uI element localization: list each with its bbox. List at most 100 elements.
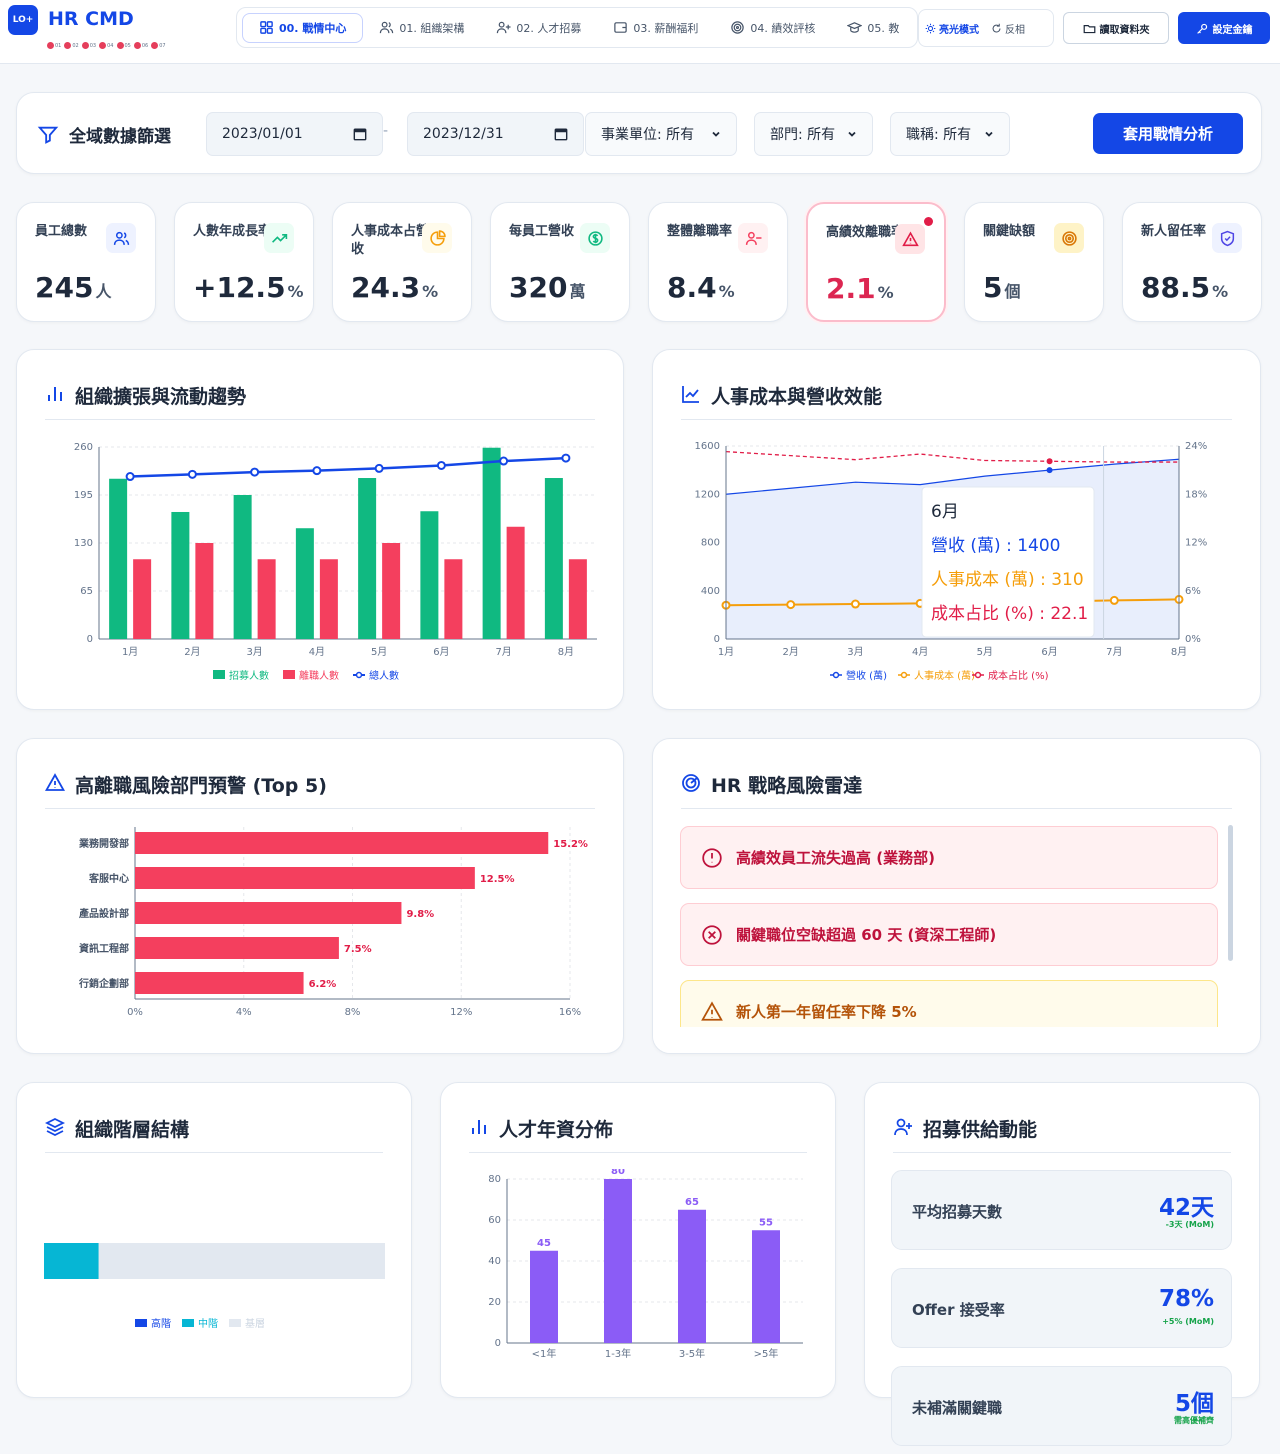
legend-label: 高階: [151, 1317, 171, 1330]
bar-department: [135, 972, 304, 994]
y2-tick-label: 0%: [1185, 634, 1201, 645]
x-tick-label: 16%: [559, 1007, 581, 1018]
card-title-label: HR 戰略風險雷達: [711, 775, 863, 797]
target-icon: [731, 21, 745, 34]
metric-offer-rate: Offer 接受率 78% +5% (MoM): [891, 1268, 1232, 1348]
org-level-card: 組織階層結構 高階 中階 基層: [16, 1082, 412, 1398]
grid-icon: [260, 21, 273, 34]
bar-recruit: [544, 478, 563, 639]
tab-dashboard[interactable]: 00. 戰情中心: [242, 12, 364, 43]
x-tick-label: 12%: [450, 1007, 472, 1018]
date-to-input[interactable]: 2023/12/31: [407, 112, 584, 156]
data-point: [250, 467, 260, 477]
refresh-icon: [992, 23, 1001, 32]
bar-recruit: [482, 447, 501, 639]
y-tick-label: 1600: [695, 441, 720, 452]
tab-compensation[interactable]: 03. 薪酬福利: [597, 13, 714, 43]
bar-tenure: [678, 1209, 706, 1343]
legend-label: 人事成本 (萬): [914, 669, 975, 682]
tooltip-row: 人事成本 (萬) : 310: [931, 570, 1084, 590]
users-icon: [106, 223, 136, 253]
y-tick-label: 產品設計部: [78, 907, 129, 920]
x-tick-label: 0%: [127, 1007, 143, 1018]
business-unit-select[interactable]: 事業單位: 所有: [585, 112, 737, 156]
data-label: 45: [537, 1238, 551, 1249]
calendar-icon: [353, 128, 367, 141]
status-dots: 01 02 03 04 05 06 07: [47, 42, 166, 49]
kpi-number: +12.5: [193, 271, 286, 304]
bar-attrition: [382, 543, 401, 639]
y2-tick-label: 18%: [1185, 489, 1207, 500]
apply-analysis-button[interactable]: 套用戰情分析: [1093, 113, 1243, 154]
bar-tenure: [530, 1250, 558, 1343]
y-tick-label: 0: [495, 1338, 501, 1349]
x-tick-label: 1月: [122, 646, 138, 658]
target-icon: [1054, 223, 1084, 253]
data-point: [499, 456, 509, 466]
kpi-unit: %: [1212, 282, 1229, 301]
invert-mode-button[interactable]: 反相: [985, 21, 1031, 36]
metric-value: 5個: [1174, 1391, 1214, 1417]
card-title: HR 戰略風險雷達: [681, 771, 1232, 809]
kpi-value: 24.3%: [351, 271, 438, 304]
x-tick-label: 2月: [783, 646, 799, 658]
risk-alert-item[interactable]: 關鍵職位空缺超過 60 天 (資深工程師): [680, 903, 1218, 966]
y-tick-label: 80: [488, 1174, 501, 1185]
trending-up-icon: [264, 223, 294, 253]
kpi-label: 關鍵缺額: [983, 224, 1036, 239]
position-select[interactable]: 職稱: 所有: [890, 112, 1010, 156]
bar-attrition: [319, 559, 338, 639]
filter-panel: 全域數據篩選 2023/01/01 - 2023/12/31 事業單位: 所有 …: [16, 92, 1262, 174]
light-mode-button[interactable]: 亮光模式: [919, 21, 985, 36]
filter-icon: [37, 126, 59, 144]
calendar-icon: [554, 128, 568, 141]
hr-risk-radar-card: HR 戰略風險雷達 高績效員工流失過高 (業務部) 關鍵職位空缺超過 60 天 …: [652, 738, 1261, 1054]
x-tick-label: 3月: [246, 646, 262, 658]
bar-department: [135, 937, 339, 959]
kpi-card-revenue-per-employee: 每員工營收 320 萬: [490, 202, 630, 322]
alert-triangle-icon: [895, 224, 925, 254]
status-dot: 01: [47, 42, 61, 49]
settings-key-button[interactable]: 設定金鑰: [1178, 12, 1270, 44]
bar-recruit: [420, 511, 439, 639]
kpi-label: 高績效離職率: [826, 225, 905, 240]
y-tick-label: 1200: [695, 489, 720, 500]
card-title: 人才年資分佈: [469, 1115, 807, 1153]
bar-tenure: [752, 1230, 780, 1343]
x-tick-label: 8%: [345, 1007, 361, 1018]
y-tick-label: 130: [74, 538, 93, 549]
tab-organization[interactable]: 01. 組織架構: [363, 13, 480, 43]
date-from-input[interactable]: 2023/01/01: [206, 112, 383, 156]
status-dot: 07: [151, 42, 165, 49]
kpi-card-retention: 新人留任率 88.5%: [1122, 202, 1262, 322]
kpi-number: 245: [35, 271, 94, 304]
y-tick-label: 20: [488, 1297, 501, 1308]
scrollbar[interactable]: [1228, 825, 1233, 961]
status-dot: 03: [82, 42, 96, 49]
tab-label: 02. 人才招募: [516, 21, 582, 35]
x-tick-label: 1-3年: [605, 1347, 631, 1360]
card-title-label: 高離職風險部門預警 (Top 5): [75, 775, 327, 797]
kpi-unit: 人: [95, 282, 112, 301]
kpi-label: 員工總數: [35, 224, 88, 239]
kpi-label: 人數年成長率: [193, 224, 272, 239]
bar-department: [135, 902, 402, 924]
legend-label: 基層: [245, 1317, 265, 1330]
risk-alert-item[interactable]: 高績效員工流失過高 (業務部): [680, 826, 1218, 889]
pie-chart-icon: [422, 223, 452, 253]
tab-training[interactable]: 05. 教: [831, 13, 915, 43]
kpi-label: 人事成本占營收: [351, 224, 430, 257]
y-tick-label: 資訊工程部: [79, 942, 129, 955]
org-trend-card: 組織擴張與流動趨勢 0 65 130 195 260 1月 2月 3月 4月 5月 6月 7月 8月 招募…: [16, 349, 624, 710]
metric-change: +5% (MoM): [1162, 1317, 1214, 1326]
tab-recruitment[interactable]: 02. 人才招募: [480, 13, 597, 43]
department-select[interactable]: 部門: 所有: [754, 112, 873, 156]
card-title: 組織擴張與流動趨勢: [45, 382, 595, 420]
tab-performance[interactable]: 04. 績效評核: [714, 13, 831, 43]
read-folder-button[interactable]: 讀取資料夾: [1063, 12, 1169, 44]
y-tick-label: 400: [701, 586, 720, 597]
card-title-label: 組織擴張與流動趨勢: [75, 386, 247, 408]
x-tick-label: 7月: [1106, 646, 1122, 658]
y-tick-label: 65: [80, 586, 93, 597]
filter-title-label: 全域數據篩選: [69, 127, 171, 147]
